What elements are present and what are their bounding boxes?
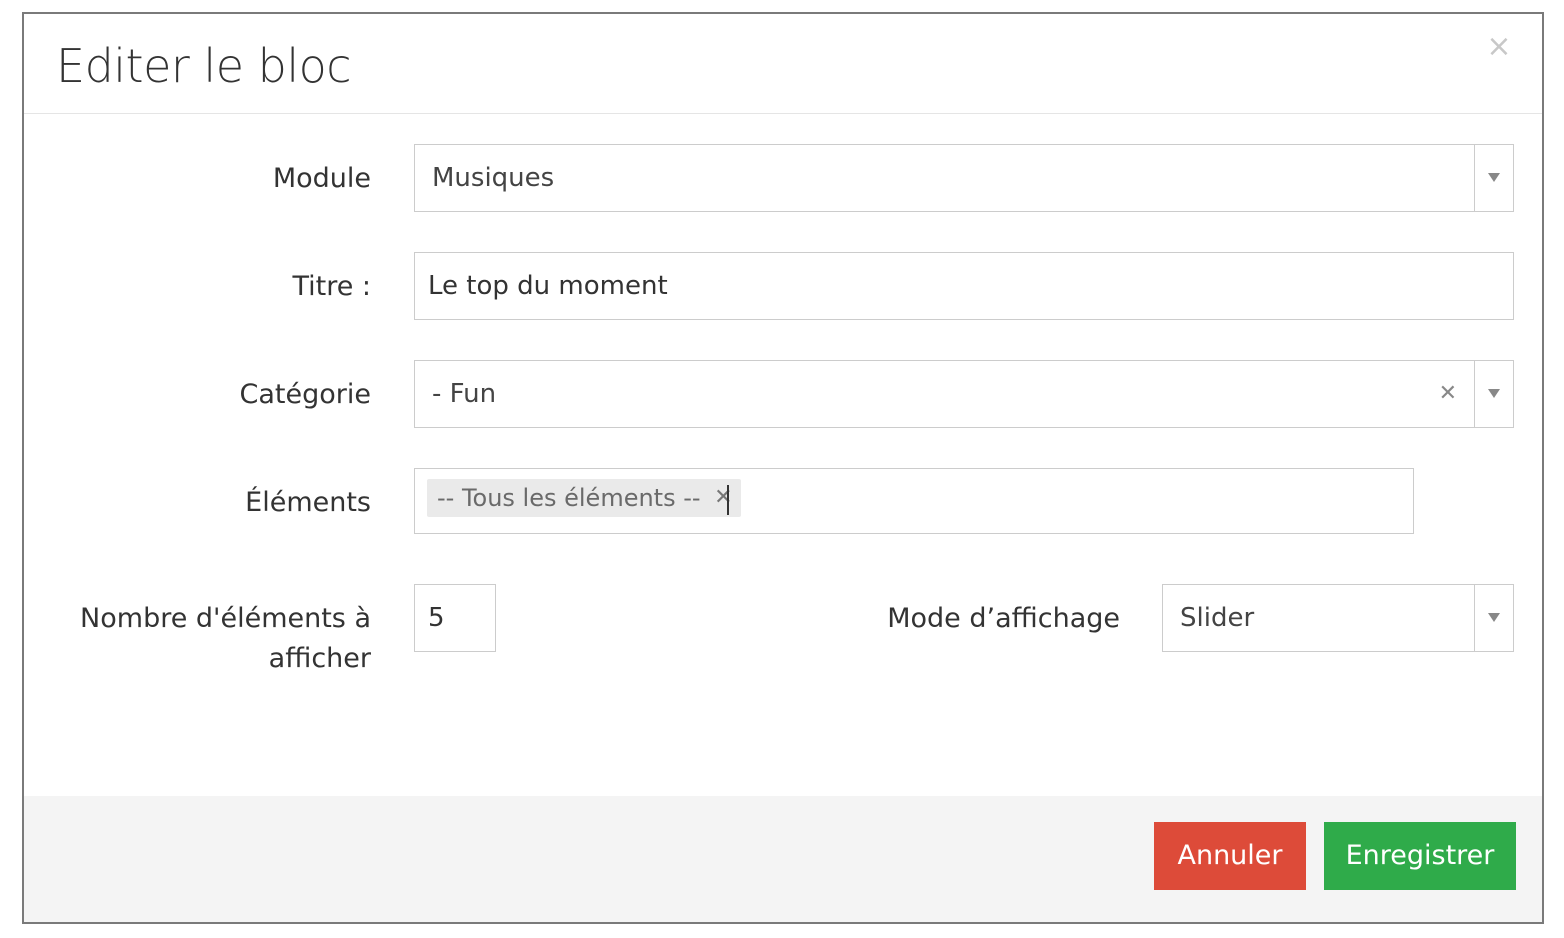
element-tag-label: -- Tous les éléments -- — [437, 484, 701, 512]
modal-footer: Annuler Enregistrer — [24, 796, 1542, 922]
edit-block-modal: Editer le bloc × Module Musiques Titre :… — [22, 12, 1544, 924]
modal-title: Editer le bloc — [56, 39, 352, 93]
module-select-value: Musiques — [432, 163, 555, 193]
cancel-button[interactable]: Annuler — [1154, 822, 1306, 890]
elements-multiselect[interactable]: -- Tous les éléments -- ✕ — [414, 468, 1414, 534]
module-label: Module — [272, 163, 371, 194]
mode-select-value: Slider — [1180, 603, 1255, 633]
module-select[interactable]: Musiques — [414, 144, 1514, 212]
titre-input[interactable]: Le top du moment — [414, 252, 1514, 320]
close-icon[interactable]: × — [1484, 32, 1514, 62]
titre-label: Titre : — [292, 271, 371, 302]
nombre-input[interactable]: 5 — [414, 584, 496, 652]
categorie-select[interactable]: - Fun ✕ — [414, 360, 1514, 428]
modal-header: Editer le bloc × — [24, 14, 1542, 114]
mode-label: Mode d’affichage — [887, 603, 1120, 634]
element-tag: -- Tous les éléments -- ✕ — [427, 479, 741, 517]
save-button[interactable]: Enregistrer — [1324, 822, 1516, 890]
remove-tag-icon[interactable]: ✕ — [714, 479, 732, 517]
nombre-label-line1: Nombre d'éléments à — [80, 603, 371, 634]
elements-label: Éléments — [245, 487, 371, 518]
text-caret — [727, 485, 729, 515]
chevron-down-icon[interactable] — [1474, 145, 1513, 211]
nombre-label-line2: afficher — [268, 643, 371, 674]
nombre-input-value: 5 — [428, 603, 445, 633]
categorie-select-value: - Fun — [432, 379, 497, 409]
categorie-label: Catégorie — [239, 379, 371, 410]
chevron-down-icon[interactable] — [1474, 585, 1513, 651]
clear-icon[interactable]: ✕ — [1439, 361, 1457, 427]
chevron-down-icon[interactable] — [1474, 361, 1513, 427]
titre-input-value: Le top du moment — [428, 271, 668, 301]
mode-select[interactable]: Slider — [1162, 584, 1514, 652]
